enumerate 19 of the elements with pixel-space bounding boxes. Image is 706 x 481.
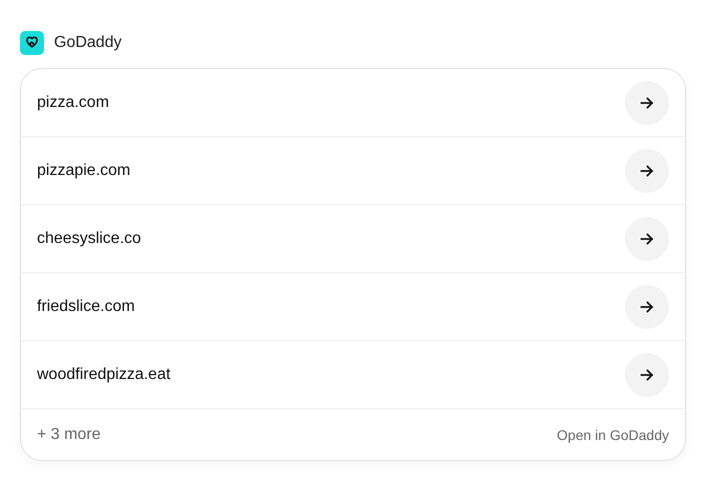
app-name: GoDaddy [54,34,122,52]
arrow-right-icon [639,94,655,110]
open-button[interactable] [625,148,669,192]
domain-name: pizza.com [37,94,110,112]
open-link[interactable]: Open in GoDaddy [556,426,669,442]
open-button[interactable] [625,284,669,328]
domain-name: woodfiredpizza.eat [37,366,170,384]
open-button[interactable] [625,352,669,396]
arrow-right-icon [639,230,655,246]
domain-name: friedslice.com [37,298,135,316]
open-button[interactable] [625,216,669,260]
arrow-right-icon [639,366,655,382]
domain-name: cheesyslice.co [37,230,142,248]
arrow-right-icon [639,298,655,314]
domain-name: pizzapie.com [37,162,130,180]
open-button[interactable] [625,80,669,124]
arrow-right-icon [639,162,655,178]
more-count: + 3 more [37,426,101,444]
logo-icon [20,31,44,55]
